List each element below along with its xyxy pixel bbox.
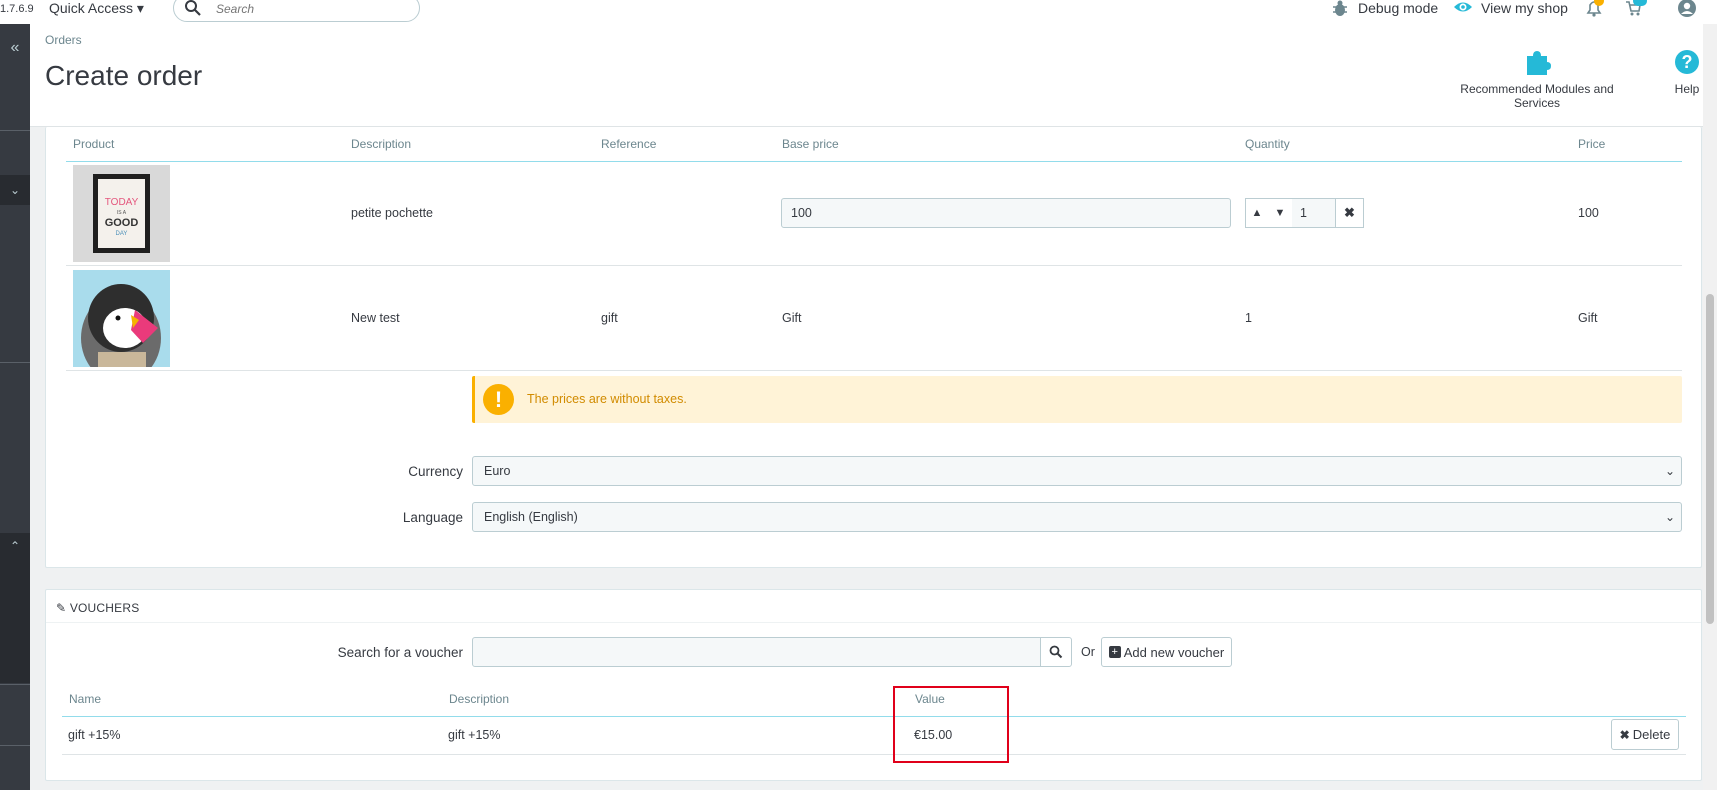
column-header-reference: Reference <box>601 137 657 151</box>
currency-value: Euro <box>484 464 511 478</box>
puzzle-icon <box>1527 51 1551 75</box>
column-header-product: Product <box>73 137 115 151</box>
column-header-description: Description <box>449 692 510 706</box>
chevron-down-icon: ⌄ <box>1664 510 1675 524</box>
header-search[interactable] <box>173 0 420 22</box>
product-price: 100 <box>1578 206 1599 220</box>
poster-text: GOOD <box>105 217 139 229</box>
svg-text:?: ? <box>1682 52 1693 72</box>
delete-label: Delete <box>1632 727 1671 742</box>
poster-text: TODAY <box>105 197 139 208</box>
header-divider <box>62 716 1686 717</box>
voucher-description: gift +15% <box>448 728 501 742</box>
toolbar-label: Help <box>1674 82 1700 96</box>
alert-message: The prices are without taxes. <box>527 392 687 406</box>
add-new-voucher-button[interactable]: + Add new voucher <box>1101 637 1232 667</box>
voucher-search-label: Search for a voucher <box>337 645 463 660</box>
value-highlight-box <box>893 686 1009 763</box>
voucher-search-input[interactable] <box>472 637 1041 667</box>
version-label: 1.7.6.9 <box>0 3 34 15</box>
scrollbar-thumb[interactable] <box>1706 294 1714 624</box>
language-value: English (English) <box>484 510 578 524</box>
quantity-increase-button[interactable]: ▲ <box>1245 198 1269 228</box>
product-reference: gift <box>601 311 618 325</box>
currency-select[interactable]: Euro ⌄ <box>472 456 1682 486</box>
sidebar-divider <box>0 745 30 746</box>
header-search-input[interactable] <box>216 0 406 18</box>
base-price-input[interactable]: 100 <box>781 198 1231 228</box>
breadcrumb[interactable]: Orders <box>45 33 82 47</box>
add-voucher-label: Add new voucher <box>1123 644 1225 660</box>
row-divider <box>66 370 1682 371</box>
page-scrollbar[interactable] <box>1703 24 1717 790</box>
debug-mode-link[interactable]: Debug mode <box>1358 0 1438 16</box>
help-button[interactable]: ? Help <box>1670 48 1704 96</box>
page-title: Create order <box>45 60 203 91</box>
view-my-shop-link[interactable]: View my shop <box>1481 0 1568 16</box>
eye-icon <box>1454 2 1472 12</box>
page-head: Orders Create order Recommended Modules … <box>30 24 1717 127</box>
product-thumbnail[interactable] <box>73 270 170 367</box>
sidebar: « ⌄ ⌃ <box>0 0 30 790</box>
top-header: 1.7.6.9 Quick Access ▾ Debug mode View m… <box>0 0 1717 24</box>
sidebar-submenu[interactable]: ⌃ <box>0 533 30 683</box>
poster-text: DAY <box>116 231 128 237</box>
user-avatar-icon[interactable] <box>1677 0 1697 18</box>
product-description: New test <box>351 311 400 325</box>
row-divider <box>66 265 1682 266</box>
chevron-down-icon: ⌄ <box>1664 464 1675 478</box>
product-description: petite pochette <box>351 206 434 220</box>
vouchers-heading: ✎ VOUCHERS <box>56 601 139 615</box>
voucher-search-button[interactable] <box>1040 637 1072 667</box>
column-header-base-price: Base price <box>782 137 839 151</box>
column-header-quantity: Quantity <box>1245 137 1290 151</box>
quantity-decrease-button[interactable]: ▼ <box>1268 198 1293 228</box>
product-quantity: 1 <box>1245 311 1252 325</box>
remove-product-button[interactable]: ✖ <box>1335 198 1364 228</box>
recommended-modules-button[interactable]: Recommended Modules and Services <box>1446 48 1628 110</box>
cart-badge <box>1633 0 1647 6</box>
plus-square-icon: + <box>1108 646 1121 658</box>
tax-warning-alert: ! The prices are without taxes. <box>472 376 1682 423</box>
quick-access-dropdown[interactable]: Quick Access ▾ <box>49 0 144 17</box>
column-header-name: Name <box>69 692 102 706</box>
collapse-sidebar-icon[interactable]: « <box>0 36 30 60</box>
warning-icon: ! <box>483 384 514 415</box>
product-base-price: Gift <box>782 311 802 325</box>
vouchers-panel: ✎ VOUCHERS <box>45 589 1702 781</box>
or-label: Or <box>1081 645 1095 659</box>
search-icon <box>1049 645 1063 659</box>
search-icon[interactable] <box>184 0 202 17</box>
delete-voucher-button[interactable]: ✖ Delete <box>1611 719 1679 750</box>
bug-icon <box>1333 0 1347 16</box>
sidebar-divider <box>0 684 30 685</box>
column-header-description: Description <box>351 137 412 151</box>
voucher-name: gift +15% <box>68 728 121 742</box>
currency-label: Currency <box>408 464 463 479</box>
product-price: Gift <box>1578 311 1598 325</box>
vouchers-title: VOUCHERS <box>69 601 140 615</box>
language-select[interactable]: English (English) ⌄ <box>472 502 1682 532</box>
toolbar-label: Recommended Modules and Services <box>1460 82 1614 110</box>
tag-icon: ✎ <box>56 601 67 615</box>
header-divider <box>66 161 1682 162</box>
help-icon: ? <box>1675 50 1699 74</box>
row-divider <box>62 754 1686 755</box>
product-thumbnail[interactable]: TODAY IS A GOOD DAY <box>73 165 170 262</box>
vouchers-divider <box>46 622 1701 623</box>
language-label: Language <box>402 510 463 525</box>
quantity-input[interactable]: 1 <box>1292 198 1336 228</box>
poster-text: IS A <box>117 210 127 216</box>
sidebar-divider <box>0 362 30 363</box>
close-icon: ✖ <box>1619 727 1630 742</box>
column-header-price: Price <box>1578 137 1606 151</box>
sidebar-item-orders[interactable]: ⌄ <box>0 175 30 205</box>
sidebar-divider <box>0 130 30 131</box>
